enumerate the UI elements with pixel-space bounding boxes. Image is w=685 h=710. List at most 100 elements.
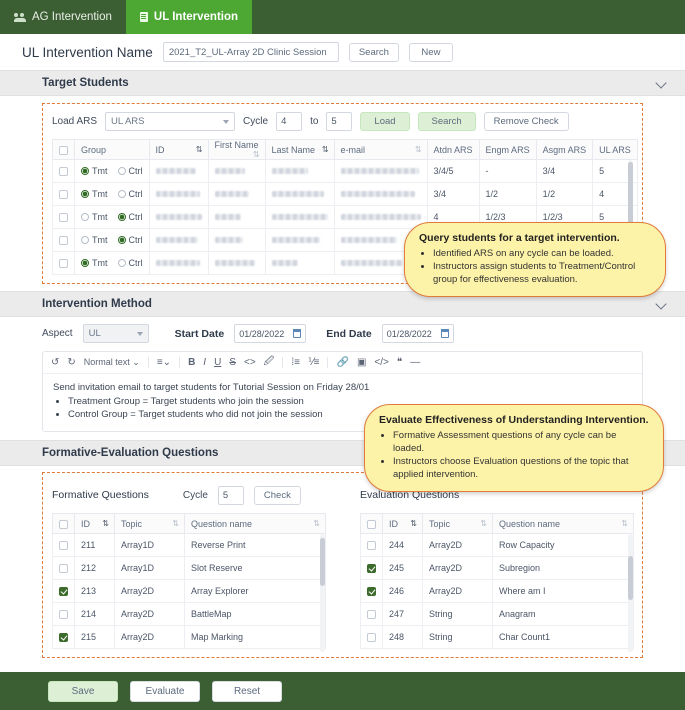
table-row[interactable]: Tmt Ctrl 3/4/5 - 3/4 5	[52, 159, 638, 183]
row-checkbox-cell[interactable]	[52, 251, 75, 275]
col-first-name[interactable]: First Name ⇅	[207, 139, 266, 160]
load-ars-select[interactable]: UL ARS	[105, 112, 236, 131]
col-email[interactable]: e-mail ⇅	[333, 139, 428, 160]
text-style-select[interactable]: Normal text ⌄	[84, 357, 140, 368]
formative-check-button[interactable]: Check	[253, 485, 301, 505]
align-icon[interactable]: ≡⌄	[157, 357, 171, 368]
end-date-input[interactable]: 01/28/2022	[381, 324, 454, 343]
row-group-cell[interactable]: Tmt Ctrl	[74, 205, 150, 229]
table-row[interactable]: 211 Array1D Reverse Print	[52, 533, 326, 557]
chevron-down-icon[interactable]	[657, 299, 667, 309]
row-checkbox[interactable]	[367, 564, 376, 574]
row-checkbox-cell[interactable]	[52, 533, 75, 557]
evaluation-table-scrollbar[interactable]	[628, 534, 633, 652]
col-topic[interactable]: Topic ⇅	[422, 513, 493, 534]
row-checkbox[interactable]	[59, 236, 68, 246]
strikethrough-icon[interactable]: S	[229, 357, 236, 368]
col-question-name[interactable]: Question name ⇅	[492, 513, 634, 534]
radio-treatment[interactable]	[81, 167, 89, 175]
radio-treatment[interactable]	[81, 190, 89, 198]
row-checkbox-cell[interactable]	[360, 556, 383, 580]
cycle-from-input[interactable]	[276, 112, 303, 131]
evaluation-select-all-header[interactable]	[360, 513, 383, 534]
table-row[interactable]: 245 Array2D Subregion	[360, 556, 634, 580]
row-checkbox[interactable]	[59, 259, 68, 269]
row-checkbox[interactable]	[59, 633, 68, 643]
search-ars-button[interactable]: Search	[417, 112, 476, 131]
undo-icon[interactable]: ↺	[51, 357, 59, 368]
col-question-name[interactable]: Question name ⇅	[184, 513, 326, 534]
intervention-name-input[interactable]	[162, 42, 339, 62]
col-topic[interactable]: Topic ⇅	[114, 513, 185, 534]
table-row[interactable]: 214 Array2D BattleMap	[52, 602, 326, 626]
row-checkbox[interactable]	[59, 167, 68, 177]
students-select-all-header[interactable]	[52, 139, 75, 160]
table-row[interactable]: 212 Array1D Slot Reserve	[52, 556, 326, 580]
row-checkbox-cell[interactable]	[52, 159, 75, 183]
numbered-list-icon[interactable]: ⅟≡	[308, 357, 320, 368]
table-row[interactable]: 246 Array2D Where am I	[360, 579, 634, 603]
formative-cycle-input[interactable]	[217, 485, 244, 505]
row-group-cell[interactable]: Tmt Ctrl	[74, 228, 150, 252]
horizontal-rule-icon[interactable]: —	[410, 357, 420, 368]
row-group-cell[interactable]: Tmt Ctrl	[74, 182, 150, 206]
load-button[interactable]: Load	[360, 112, 410, 131]
table-row[interactable]: 215 Array2D Map Marking	[52, 625, 326, 649]
col-id[interactable]: ID ⇅	[148, 139, 209, 160]
radio-control[interactable]	[117, 190, 126, 198]
aspect-select[interactable]: UL	[82, 324, 149, 343]
table-row[interactable]: 213 Array2D Array Explorer	[52, 579, 326, 603]
link-icon[interactable]: 🔗	[336, 357, 348, 368]
row-checkbox-cell[interactable]	[360, 602, 383, 626]
col-id[interactable]: ID ⇅	[382, 513, 423, 534]
row-checkbox[interactable]	[59, 213, 68, 223]
table-row[interactable]: 247 String Anagram	[360, 602, 634, 626]
reset-button[interactable]: Reset	[212, 680, 282, 702]
select-all-checkbox[interactable]	[59, 519, 68, 529]
row-group-cell[interactable]: Tmt Ctrl	[74, 159, 150, 183]
bullet-list-icon[interactable]: ⁞≡	[291, 357, 300, 368]
section-header-target-students[interactable]: Target Students	[0, 70, 685, 96]
redo-icon[interactable]: ↻	[67, 357, 75, 368]
radio-treatment[interactable]	[81, 213, 89, 221]
highlight-icon[interactable]: 🖉	[264, 354, 275, 371]
row-checkbox[interactable]	[59, 541, 68, 551]
tab-ul-intervention[interactable]: UL Intervention	[125, 0, 253, 34]
row-checkbox[interactable]	[59, 587, 68, 597]
select-all-checkbox[interactable]	[367, 519, 376, 529]
row-checkbox[interactable]	[367, 633, 376, 643]
formative-select-all-header[interactable]	[52, 513, 75, 534]
radio-treatment[interactable]	[81, 259, 89, 267]
code-block-icon[interactable]: </>	[374, 357, 388, 368]
bold-icon[interactable]: B	[188, 357, 195, 368]
row-checkbox[interactable]	[367, 610, 376, 620]
radio-control[interactable]	[117, 259, 126, 267]
row-checkbox-cell[interactable]	[52, 602, 75, 626]
calendar-icon[interactable]	[292, 329, 302, 338]
row-checkbox[interactable]	[367, 587, 376, 597]
row-checkbox-cell[interactable]	[52, 228, 75, 252]
row-checkbox[interactable]	[59, 610, 68, 620]
col-last-name[interactable]: Last Name ⇅	[264, 139, 335, 160]
row-checkbox-cell[interactable]	[52, 556, 75, 580]
image-icon[interactable]: ▣	[357, 357, 366, 368]
formative-table-scrollbar[interactable]	[320, 534, 325, 652]
row-checkbox[interactable]	[59, 564, 68, 574]
save-button[interactable]: Save	[48, 680, 118, 702]
select-all-checkbox[interactable]	[59, 145, 68, 155]
radio-control[interactable]	[117, 167, 126, 175]
row-checkbox-cell[interactable]	[52, 579, 75, 603]
chevron-down-icon[interactable]	[657, 78, 667, 88]
row-checkbox[interactable]	[367, 541, 376, 551]
evaluate-button[interactable]: Evaluate	[130, 680, 200, 702]
row-group-cell[interactable]: Tmt Ctrl	[74, 251, 150, 275]
start-date-input[interactable]: 01/28/2022	[234, 324, 307, 343]
row-checkbox-cell[interactable]	[52, 205, 75, 229]
remove-check-button[interactable]: Remove Check	[483, 112, 569, 131]
table-row[interactable]: 244 Array2D Row Capacity	[360, 533, 634, 557]
col-id[interactable]: ID ⇅	[74, 513, 115, 534]
row-checkbox-cell[interactable]	[52, 182, 75, 206]
calendar-icon[interactable]	[440, 329, 449, 338]
row-checkbox-cell[interactable]	[52, 625, 75, 649]
radio-treatment[interactable]	[81, 236, 89, 244]
